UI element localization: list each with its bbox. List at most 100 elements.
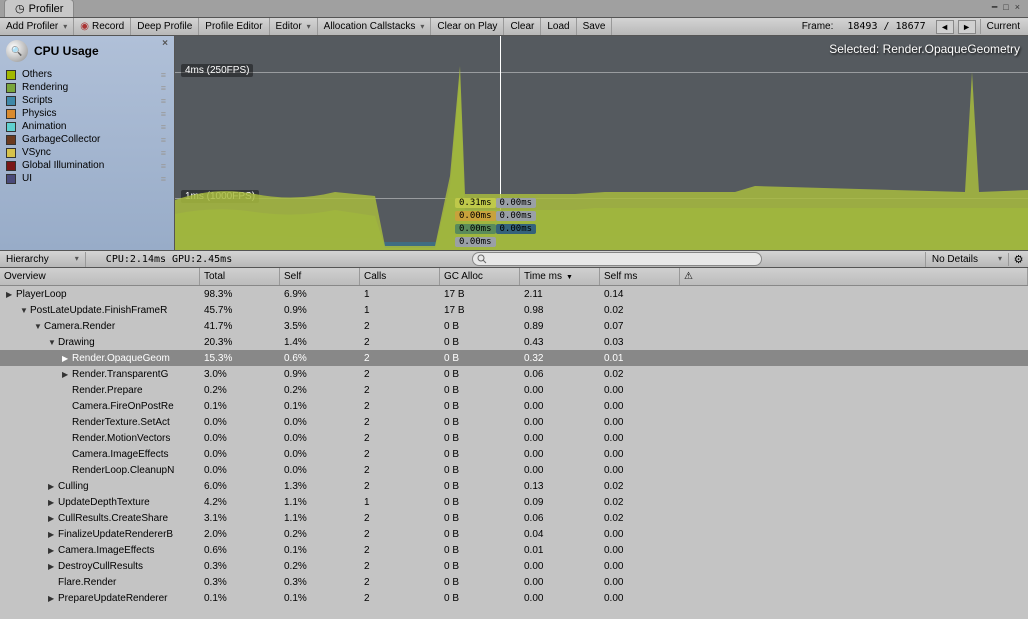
row-calls: 2 [360, 561, 440, 572]
tree-row[interactable]: RenderTexture.SetAct0.0%0.0%20 B0.000.00 [0, 414, 1028, 430]
record-button[interactable]: ◉ Record [74, 18, 131, 35]
legend-item-rendering[interactable]: Rendering≡ [6, 81, 168, 94]
tree-row[interactable]: Render.Prepare0.2%0.2%20 B0.000.00 [0, 382, 1028, 398]
tree-row[interactable]: ▼Drawing20.3%1.4%20 B0.430.03 [0, 334, 1028, 350]
tree-row[interactable]: Camera.ImageEffects0.0%0.0%20 B0.000.00 [0, 446, 1028, 462]
editor-dropdown[interactable]: Editor [270, 18, 318, 35]
tree-row[interactable]: ▼Camera.Render41.7%3.5%20 B0.890.07 [0, 318, 1028, 334]
gear-icon[interactable]: ⚙ [1008, 253, 1028, 266]
load-button[interactable]: Load [541, 18, 576, 35]
hierarchy-tree[interactable]: ▶PlayerLoop98.3%6.9%117 B2.110.14▼PostLa… [0, 286, 1028, 619]
tree-row[interactable]: Flare.Render0.3%0.3%20 B0.000.00 [0, 574, 1028, 590]
col-overview[interactable]: Overview [0, 268, 200, 285]
row-self: 0.0% [280, 433, 360, 444]
expand-arrow-icon[interactable]: ▶ [48, 498, 58, 507]
deep-profile-button[interactable]: Deep Profile [131, 18, 199, 35]
tree-row[interactable]: ▶Culling6.0%1.3%20 B0.130.02 [0, 478, 1028, 494]
expand-arrow-icon[interactable]: ▶ [48, 546, 58, 555]
tree-row[interactable]: ▶Camera.ImageEffects0.6%0.1%20 B0.010.00 [0, 542, 1028, 558]
row-calls: 2 [360, 465, 440, 476]
expand-arrow-icon[interactable]: ▶ [48, 562, 58, 571]
expand-arrow-icon[interactable]: ▶ [48, 514, 58, 523]
col-warnings[interactable]: ⚠ [680, 268, 1028, 285]
drag-handle-icon[interactable]: ≡ [161, 135, 164, 145]
col-gc-alloc[interactable]: GC Alloc [440, 268, 520, 285]
legend-item-physics[interactable]: Physics≡ [6, 107, 168, 120]
legend-swatch [6, 161, 16, 171]
save-button[interactable]: Save [577, 18, 613, 35]
col-total[interactable]: Total [200, 268, 280, 285]
window-max-icon[interactable]: □ [1001, 2, 1010, 13]
drag-handle-icon[interactable]: ≡ [161, 148, 164, 158]
timing-badge: 0.00ms [455, 237, 496, 247]
tree-row[interactable]: ▶CullResults.CreateShare3.1%1.1%20 B0.06… [0, 510, 1028, 526]
drag-handle-icon[interactable]: ≡ [161, 83, 164, 93]
current-button[interactable]: Current [980, 19, 1026, 34]
tree-row[interactable]: RenderLoop.CleanupN0.0%0.0%20 B0.000.00 [0, 462, 1028, 478]
row-selfms: 0.00 [600, 417, 680, 428]
legend-item-animation[interactable]: Animation≡ [6, 120, 168, 133]
expand-arrow-icon[interactable]: ▶ [48, 530, 58, 539]
tree-row[interactable]: ▶Render.TransparentG3.0%0.9%20 B0.060.02 [0, 366, 1028, 382]
frame-prev-button[interactable]: ◄ [936, 20, 954, 34]
col-time-ms[interactable]: Time ms▼ [520, 268, 600, 285]
legend-item-others[interactable]: Others ≡ [6, 68, 168, 81]
row-time: 0.01 [520, 545, 600, 556]
drag-handle-icon[interactable]: ≡ [161, 122, 164, 132]
add-profiler-dropdown[interactable]: Add Profiler [0, 18, 74, 35]
tree-row[interactable]: ▶DestroyCullResults0.3%0.2%20 B0.000.00 [0, 558, 1028, 574]
profiler-tab[interactable]: ◷ Profiler [4, 0, 74, 17]
row-name: Camera.Render [44, 321, 115, 332]
tree-row[interactable]: ▶Render.OpaqueGeom15.3%0.6%20 B0.320.01 [0, 350, 1028, 366]
clear-button[interactable]: Clear [504, 18, 541, 35]
tree-row[interactable]: Render.MotionVectors0.0%0.0%20 B0.000.00 [0, 430, 1028, 446]
legend-label: Others [22, 69, 52, 80]
tree-column-headers: Overview Total Self Calls GC Alloc Time … [0, 268, 1028, 286]
search-input[interactable] [472, 252, 762, 266]
tree-row[interactable]: ▶FinalizeUpdateRendererB2.0%0.2%20 B0.04… [0, 526, 1028, 542]
tree-row[interactable]: ▶PlayerLoop98.3%6.9%117 B2.110.14 [0, 286, 1028, 302]
row-self: 0.2% [280, 385, 360, 396]
expand-arrow-icon[interactable]: ▶ [48, 482, 58, 491]
drag-handle-icon[interactable]: ≡ [161, 174, 164, 184]
drag-handle-icon[interactable]: ≡ [161, 70, 164, 80]
legend-item-vsync[interactable]: VSync≡ [6, 146, 168, 159]
tree-row[interactable]: ▼PostLateUpdate.FinishFrameR45.7%0.9%117… [0, 302, 1028, 318]
profile-editor-button[interactable]: Profile Editor [199, 18, 269, 35]
expand-arrow-icon[interactable]: ▼ [20, 306, 30, 315]
expand-arrow-icon[interactable]: ▼ [48, 338, 58, 347]
row-name: Render.Prepare [72, 385, 143, 396]
profiler-graph[interactable]: Selected: Render.OpaqueGeometry 4ms (250… [175, 36, 1028, 250]
row-calls: 2 [360, 433, 440, 444]
tree-row[interactable]: ▶PrepareUpdateRenderer0.1%0.1%20 B0.000.… [0, 590, 1028, 606]
col-calls[interactable]: Calls [360, 268, 440, 285]
row-calls: 2 [360, 529, 440, 540]
tree-row[interactable]: ▶UpdateDepthTexture4.2%1.1%10 B0.090.02 [0, 494, 1028, 510]
legend-label: GarbageCollector [22, 134, 100, 145]
drag-handle-icon[interactable]: ≡ [161, 109, 164, 119]
col-self-ms[interactable]: Self ms [600, 268, 680, 285]
expand-arrow-icon[interactable]: ▶ [62, 354, 72, 363]
legend-item-scripts[interactable]: Scripts≡ [6, 94, 168, 107]
expand-arrow-icon[interactable]: ▶ [48, 594, 58, 603]
window-min-icon[interactable]: ━ [990, 2, 999, 13]
drag-handle-icon[interactable]: ≡ [161, 161, 164, 171]
frame-next-button[interactable]: ► [958, 20, 976, 34]
sidebar-close-icon[interactable]: × [162, 38, 168, 49]
expand-arrow-icon[interactable]: ▶ [62, 370, 72, 379]
tree-row[interactable]: Camera.FireOnPostRe0.1%0.1%20 B0.000.00 [0, 398, 1028, 414]
legend-item-ui[interactable]: UI≡ [6, 172, 168, 185]
legend-item-global-illumination[interactable]: Global Illumination≡ [6, 159, 168, 172]
expand-arrow-icon[interactable]: ▼ [34, 322, 44, 331]
clear-on-play-button[interactable]: Clear on Play [431, 18, 504, 35]
drag-handle-icon[interactable]: ≡ [161, 96, 164, 106]
allocation-callstacks-dropdown[interactable]: Allocation Callstacks [318, 18, 432, 35]
hierarchy-dropdown[interactable]: Hierarchy [0, 252, 86, 267]
col-self[interactable]: Self [280, 268, 360, 285]
row-gc: 0 B [440, 401, 520, 412]
details-dropdown[interactable]: No Details [925, 252, 1008, 267]
window-controls: ━ □ × [990, 2, 1022, 13]
window-close-icon[interactable]: × [1013, 2, 1022, 13]
expand-arrow-icon[interactable]: ▶ [6, 290, 16, 299]
legend-item-garbagecollector[interactable]: GarbageCollector ≡ [6, 133, 168, 146]
